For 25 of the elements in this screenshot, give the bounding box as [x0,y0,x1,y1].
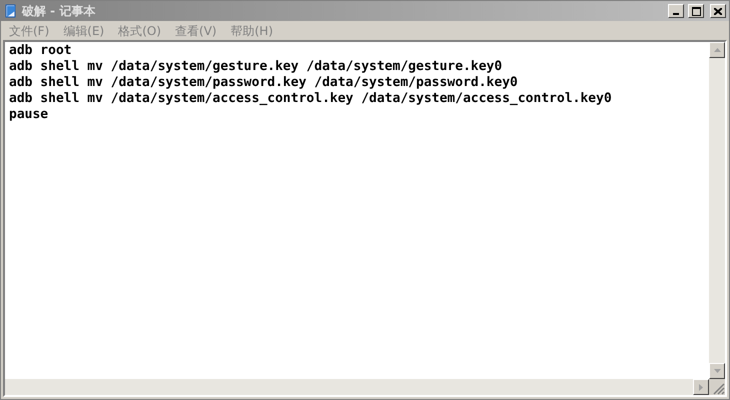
text-line: adb shell mv /data/system/password.key /data/system/password.key0 [9,75,518,91]
maximize-icon [692,6,700,16]
maximize-button[interactable] [688,4,704,18]
minimize-button[interactable] [668,4,684,18]
size-grip-icon[interactable] [713,383,725,395]
down-arrow-icon [714,369,720,373]
menu-item[interactable]: 格式(O) [118,22,162,40]
window-title: 破解 - 记事本 [22,3,96,20]
menu-item[interactable]: 帮助(H) [230,22,273,40]
text-line: adb root [9,43,72,59]
close-icon [714,8,722,14]
menu-item[interactable]: 编辑(E) [63,22,104,40]
close-button[interactable] [710,4,726,18]
text-line: adb shell mv /data/system/gesture.key /data/system/gesture.key0 [9,59,502,75]
vertical-scrollbar[interactable] [709,42,725,379]
notepad-icon [4,4,18,18]
right-arrow-icon [699,384,703,390]
menu-item[interactable]: 查看(V) [175,22,217,40]
text-line: pause [9,107,48,123]
text-line: adb shell mv /data/system/access_control.key /data/system/access_control.key0 [9,91,612,107]
horizontal-scrollbar[interactable] [5,379,709,395]
up-arrow-icon [714,48,720,52]
minimize-icon [673,13,679,15]
menu-item[interactable]: 文件(F) [9,22,50,40]
text-area[interactable] [5,42,709,379]
